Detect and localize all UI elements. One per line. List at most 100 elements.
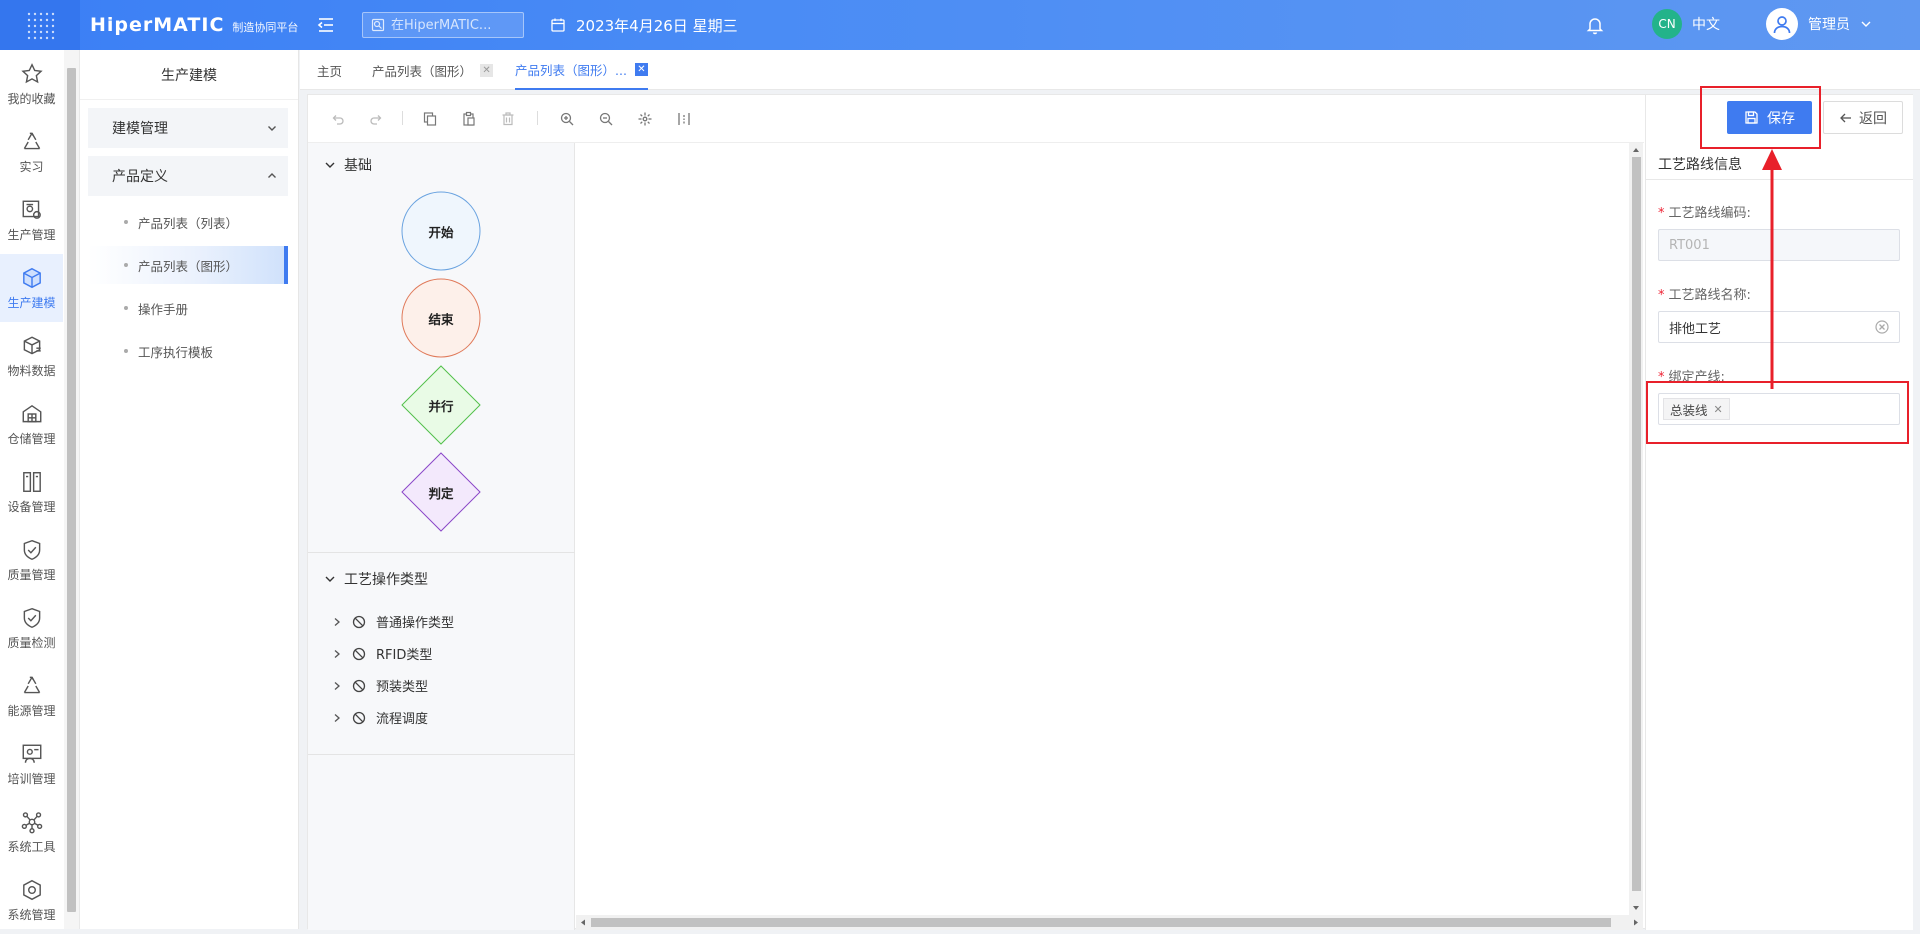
chevron-down-icon xyxy=(324,573,336,585)
rail-item-8[interactable]: 质量检测 xyxy=(0,594,63,662)
back-button[interactable]: 返回 xyxy=(1823,101,1903,134)
rail-item-1[interactable]: 实习 xyxy=(0,118,63,186)
tab-label: 产品列表（图形）... xyxy=(515,62,627,78)
field-value: 排他工艺 xyxy=(1669,321,1722,337)
rail-item-label: 系统工具 xyxy=(7,839,56,854)
route-code-label: * 工艺路线编码: xyxy=(1658,202,1751,221)
clear-icon[interactable] xyxy=(1875,320,1889,334)
rail-item-label: 仓储管理 xyxy=(7,431,56,446)
bell-icon[interactable] xyxy=(1585,15,1605,35)
rail-item-5[interactable]: 仓储管理 xyxy=(0,390,63,458)
training-icon xyxy=(20,742,44,766)
user-menu[interactable]: 管理员 xyxy=(1766,8,1872,40)
rail-item-9[interactable]: 能源管理 xyxy=(0,662,63,730)
chevron-right-icon xyxy=(332,617,342,627)
app-grid-icon[interactable] xyxy=(0,0,80,50)
node-label: 开始 xyxy=(428,224,454,240)
undo-icon[interactable] xyxy=(328,109,348,129)
rail-item-2[interactable]: 生产管理 xyxy=(0,186,63,254)
tab-product-graph[interactable]: 产品列表（图形） ✕ xyxy=(372,50,494,90)
rail-item-label: 质量管理 xyxy=(7,567,56,582)
zoom-out-icon[interactable] xyxy=(596,109,616,129)
bullet-dot xyxy=(124,263,128,267)
language-switch[interactable]: CN 中文 xyxy=(1652,9,1720,39)
menu-group-label: 建模管理 xyxy=(112,121,168,137)
palette-section-basic[interactable]: 基础 xyxy=(324,155,372,175)
canvas-horizontal-thumb[interactable] xyxy=(591,918,1611,927)
user-name: 管理员 xyxy=(1808,17,1850,33)
copy-icon[interactable] xyxy=(420,109,440,129)
submenu-item-label: 产品列表（列表） xyxy=(138,215,239,231)
box-icon xyxy=(20,334,44,358)
op-type-dispatch[interactable]: 流程调度 xyxy=(332,708,428,727)
submenu-item-label: 工序执行模板 xyxy=(138,344,214,360)
search-box[interactable] xyxy=(362,12,524,38)
warehouse-icon xyxy=(20,402,44,426)
cube-icon xyxy=(20,266,44,290)
rail-item-4[interactable]: 物料数据 xyxy=(0,322,63,390)
module-rail: 我的收藏 实习 生产管理 生产建模 物料数据仓储管理设备管理质量管理质量检测能源管理培训… xyxy=(0,50,80,929)
date-text: 2023年4月26日 星期三 xyxy=(576,16,738,35)
parallel-node[interactable]: 并行 xyxy=(401,365,481,445)
rail-item-label: 能源管理 xyxy=(7,703,56,718)
submenu-item-product-graph[interactable]: 产品列表（图形） xyxy=(88,246,288,284)
rail-item-11[interactable]: 系统工具 xyxy=(0,798,63,866)
delete-icon[interactable] xyxy=(498,109,518,129)
rail-item-7[interactable]: 质量管理 xyxy=(0,526,63,594)
palette-divider xyxy=(308,552,575,553)
close-icon[interactable]: ✕ xyxy=(480,63,494,77)
tab-home[interactable]: 主页 xyxy=(317,50,342,90)
submenu-item-manual[interactable]: 操作手册 xyxy=(88,289,288,327)
rail-item-0[interactable]: 我的收藏 xyxy=(0,50,63,118)
op-type-preassembly[interactable]: 预装类型 xyxy=(332,676,428,695)
rail-item-12[interactable]: 系统管理 xyxy=(0,866,63,934)
calendar-icon xyxy=(550,17,566,33)
language-badge: CN xyxy=(1652,9,1682,39)
star-icon xyxy=(20,62,44,86)
node-label: 并行 xyxy=(428,398,454,414)
rail-item-6[interactable]: 设备管理 xyxy=(0,458,63,526)
rail-item-10[interactable]: 培训管理 xyxy=(0,730,63,798)
op-type-normal[interactable]: 普通操作类型 xyxy=(332,612,454,631)
language-label: 中文 xyxy=(1692,17,1720,33)
redo-icon[interactable] xyxy=(366,109,386,129)
search-input[interactable] xyxy=(389,16,509,34)
close-icon[interactable]: ✕ xyxy=(634,62,648,76)
end-node[interactable]: 结束 xyxy=(401,278,481,358)
logo-sub: 制造协同平台 xyxy=(232,21,299,34)
design-canvas[interactable] xyxy=(576,143,1636,915)
shield-check-icon xyxy=(20,606,44,630)
submenu-item-product-list[interactable]: 产品列表（列表） xyxy=(88,203,288,241)
decision-node[interactable]: 判定 xyxy=(401,452,481,532)
highlight-save-box xyxy=(1700,86,1821,149)
menu-group-product[interactable]: 产品定义 xyxy=(88,156,288,196)
canvas-vertical-thumb[interactable] xyxy=(1632,157,1641,891)
shield-check-icon xyxy=(20,538,44,562)
submenu-title: 生产建模 xyxy=(80,50,298,100)
ban-icon xyxy=(352,679,366,693)
date-display: 2023年4月26日 星期三 xyxy=(550,0,738,50)
tab-product-graph-active[interactable]: 产品列表（图形）... ✕ xyxy=(515,50,648,90)
palette-section-ops[interactable]: 工艺操作类型 xyxy=(324,569,428,589)
chevron-right-icon xyxy=(332,713,342,723)
designer-toolbar xyxy=(308,95,1644,143)
submenu-item-process-template[interactable]: 工序执行模板 xyxy=(88,332,288,370)
fit-view-icon[interactable] xyxy=(635,109,655,129)
menu-group-modeling[interactable]: 建模管理 xyxy=(88,108,288,148)
rail-item-3[interactable]: 生产建模 xyxy=(0,254,63,322)
production-icon xyxy=(20,198,44,222)
paste-icon[interactable] xyxy=(459,109,479,129)
rail-scroll-thumb[interactable] xyxy=(67,68,76,912)
bullet-dot xyxy=(124,306,128,310)
recycle-icon xyxy=(20,674,44,698)
device-icon xyxy=(20,470,44,494)
align-icon[interactable] xyxy=(674,109,694,129)
menu-toggle-icon[interactable] xyxy=(316,15,336,35)
zoom-in-icon[interactable] xyxy=(557,109,577,129)
node-label: 判定 xyxy=(428,485,454,501)
op-type-rfid[interactable]: RFID类型 xyxy=(332,644,432,663)
palette-divider xyxy=(308,754,575,755)
ban-icon xyxy=(352,615,366,629)
bullet-dot xyxy=(124,220,128,224)
start-node[interactable]: 开始 xyxy=(401,191,481,271)
